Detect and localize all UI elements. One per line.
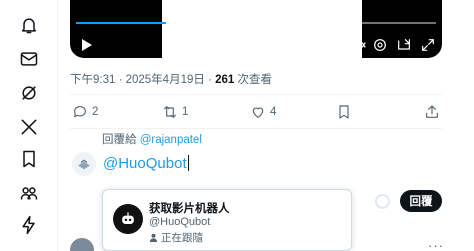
- replying-handle[interactable]: @rajanpatel: [140, 134, 202, 146]
- retweet-icon: [164, 106, 176, 118]
- fullscreen-icon[interactable]: [420, 37, 436, 53]
- video-progress-fill: [76, 22, 166, 24]
- retweet-action[interactable]: 1: [162, 104, 188, 120]
- user-avatar-icon: [78, 159, 90, 170]
- mention-suggestion[interactable]: 获取影片机器人 @HuoQubot 正在跟隨: [102, 189, 352, 251]
- play-icon[interactable]: [82, 39, 92, 51]
- reply-input[interactable]: @HuoQubot: [103, 155, 189, 172]
- bookmark-action[interactable]: [336, 104, 352, 120]
- x-logo-icon[interactable]: [18, 116, 40, 138]
- more-icon[interactable]: ···: [428, 238, 444, 251]
- video-time: 0:06 / 0:24: [290, 38, 349, 52]
- views-label: 次查看: [234, 74, 272, 86]
- person-icon: [149, 233, 158, 242]
- tweet-meta: 下午9:31 · 2025年4月19日 · 261 次查看: [70, 71, 272, 87]
- share-action[interactable]: [424, 104, 440, 120]
- bell-icon[interactable]: [18, 14, 40, 36]
- divider: [70, 128, 442, 129]
- heart-icon: [252, 107, 264, 118]
- replying-to: 回覆給 @rajanpatel: [102, 131, 202, 147]
- reply-input-text: @HuoQubot: [103, 155, 187, 172]
- pip-icon[interactable]: [396, 37, 412, 53]
- suggestion-follow-status: 正在跟隨: [149, 230, 203, 245]
- like-action[interactable]: 4: [250, 104, 276, 120]
- reply-icon: [74, 106, 86, 118]
- next-tweet-avatar[interactable]: [70, 238, 94, 251]
- retweet-count: 1: [182, 106, 189, 118]
- grok-icon[interactable]: [18, 82, 40, 104]
- volume-icon[interactable]: [351, 37, 367, 53]
- avatar[interactable]: [72, 152, 96, 176]
- suggestion-handle: @HuoQubot: [149, 216, 211, 228]
- char-counter: [375, 194, 390, 209]
- reply-action[interactable]: 2: [72, 104, 98, 120]
- divider: [70, 94, 442, 95]
- reply-count: 2: [92, 106, 99, 118]
- like-count: 4: [270, 106, 277, 118]
- video-progress-bar[interactable]: [76, 22, 436, 24]
- views-count: 261: [215, 74, 235, 86]
- follow-status-text: 正在跟隨: [161, 232, 203, 244]
- communities-icon[interactable]: [18, 182, 40, 204]
- mail-icon[interactable]: [18, 48, 40, 70]
- robot-icon: [122, 212, 134, 224]
- text-caret: [187, 155, 189, 171]
- reply-button[interactable]: 回覆: [400, 190, 442, 212]
- replying-prefix: 回覆給: [102, 134, 140, 146]
- nav-rail: [0, 0, 58, 251]
- bookmark-icon: [339, 105, 349, 119]
- suggestion-name: 获取影片机器人: [149, 203, 230, 215]
- video-player[interactable]: 0:06 / 0:24: [70, 0, 442, 58]
- bookmark-icon[interactable]: [18, 148, 40, 170]
- suggestion-avatar: [113, 204, 143, 234]
- settings-icon[interactable]: [372, 37, 388, 53]
- share-icon: [426, 105, 438, 118]
- tweet-actions: 2 1 4: [70, 104, 442, 122]
- lightning-icon[interactable]: [18, 214, 40, 236]
- tweet-timestamp[interactable]: 下午9:31 · 2025年4月19日 ·: [70, 74, 215, 86]
